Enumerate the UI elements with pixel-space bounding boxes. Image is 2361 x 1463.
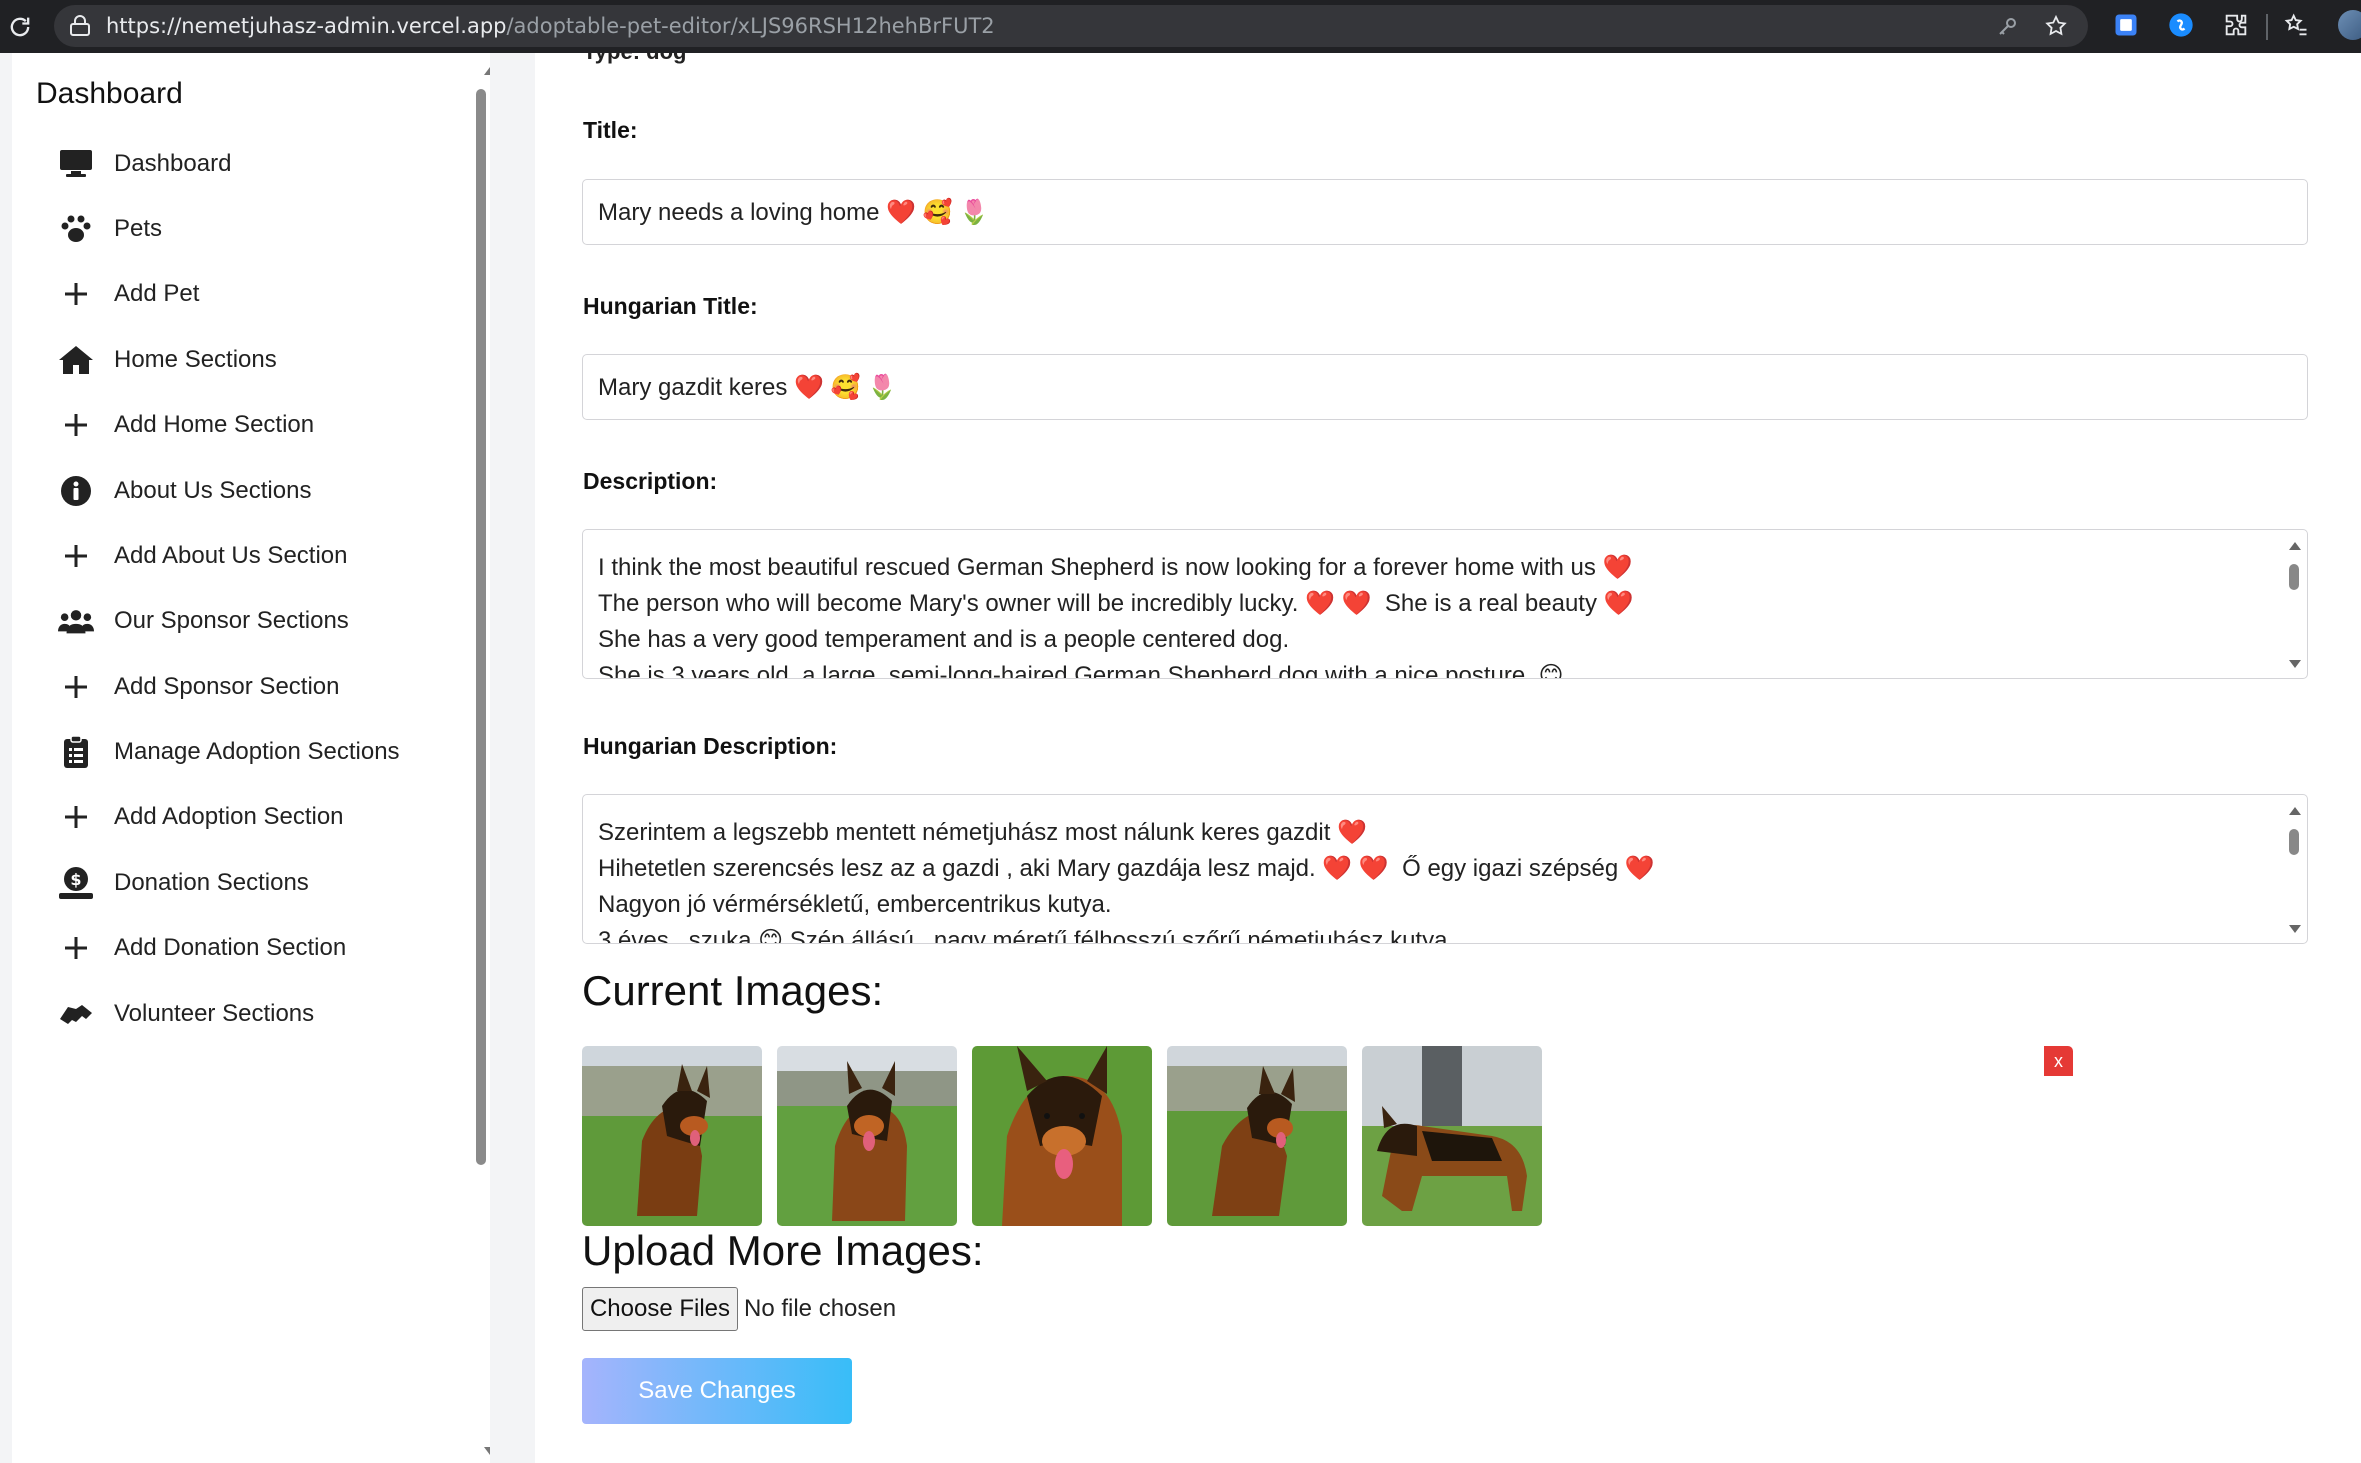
key-icon[interactable] xyxy=(1996,14,2020,38)
monitor-icon xyxy=(58,146,94,182)
description-label: Description: xyxy=(583,468,718,494)
sidebar-item-label: Volunteer Sections xyxy=(114,1000,315,1027)
hungarian-title-label: Hungarian Title: xyxy=(583,293,758,319)
sidebar-item-label: Our Sponsor Sections xyxy=(114,607,349,634)
hungarian-description-label: Hungarian Description: xyxy=(583,733,838,759)
sidebar-item-volunteer-sections[interactable]: Volunteer Sections xyxy=(58,988,478,1040)
sidebar-item-add-pet[interactable]: Add Pet xyxy=(58,268,478,320)
sidebar-item-label: Add About Us Section xyxy=(114,542,348,569)
sidebar-item-label: Home Sections xyxy=(114,346,277,373)
sidebar-item-label: Add Home Section xyxy=(114,411,315,438)
save-changes-button[interactable]: Save Changes xyxy=(582,1358,852,1424)
sidebar-item-label: About Us Sections xyxy=(114,477,312,504)
sidebar-item-donation-sections[interactable]: $ Donation Sections xyxy=(58,857,478,909)
plus-icon xyxy=(58,538,94,574)
sidebar-scroll-thumb[interactable] xyxy=(476,89,486,1165)
sidebar-item-about-us-sections[interactable]: About Us Sections xyxy=(58,465,478,517)
pet-image-thumbnail[interactable] xyxy=(1362,1046,1542,1226)
sidebar-item-dashboard[interactable]: Dashboard xyxy=(58,138,478,190)
sidebar-item-manage-adoption-sections[interactable]: Manage Adoption Sections xyxy=(58,726,478,778)
sidebar-item-label: Donation Sections xyxy=(114,869,309,896)
plus-icon xyxy=(58,799,94,835)
remove-image-button[interactable]: x xyxy=(2044,1046,2073,1076)
address-bar[interactable]: https://nemetjuhasz-admin.vercel.app/ado… xyxy=(54,5,2088,47)
type-label: Type: dog xyxy=(583,53,686,65)
donation-icon: $ xyxy=(58,865,94,901)
svg-text:$: $ xyxy=(70,870,81,889)
url-text: https://nemetjuhasz-admin.vercel.app/ado… xyxy=(106,14,995,38)
reload-icon[interactable] xyxy=(6,13,34,41)
title-input[interactable]: Mary needs a loving home ❤️ 🥰 🌷 xyxy=(582,179,2308,245)
sidebar-title: Dashboard xyxy=(36,77,183,110)
description-scroll-thumb[interactable] xyxy=(2289,564,2299,590)
hungarian-description-scrollbar[interactable] xyxy=(2285,803,2305,937)
hungarian-title-input[interactable]: Mary gazdit keres ❤️ 🥰 🌷 xyxy=(582,354,2308,420)
hungarian-description-textarea[interactable]: Szerintem a legszebb mentett németjuhász… xyxy=(582,794,2308,944)
pet-editor-form: Type: dog Title: Mary needs a loving hom… xyxy=(535,53,2361,1463)
pet-image-thumbnail[interactable] xyxy=(777,1046,957,1226)
upload-images-heading: Upload More Images: xyxy=(582,1227,984,1274)
plus-icon xyxy=(58,276,94,312)
shazam-extension-icon[interactable] xyxy=(2167,11,2195,39)
description-textarea[interactable]: I think the most beautiful rescued Germa… xyxy=(582,529,2308,679)
sidebar-item-add-adoption-section[interactable]: Add Adoption Section xyxy=(58,791,478,843)
description-scrollbar[interactable] xyxy=(2285,538,2305,672)
bookmark-star-icon[interactable] xyxy=(2044,14,2068,38)
users-icon xyxy=(58,603,94,639)
info-icon xyxy=(58,473,94,509)
page: Dashboard Dashboard Pets Add Pet Home Se… xyxy=(0,53,2361,1463)
description-text: I think the most beautiful rescued Germa… xyxy=(598,554,1634,679)
sidebar-item-label: Add Donation Section xyxy=(114,934,347,961)
hungarian-description-text: Szerintem a legszebb mentett németjuhász… xyxy=(598,819,1655,944)
sidebar-item-our-sponsor-sections[interactable]: Our Sponsor Sections xyxy=(58,595,478,647)
sidebar-item-label: Add Sponsor Section xyxy=(114,673,340,700)
sidebar-item-home-sections[interactable]: Home Sections xyxy=(58,334,478,386)
sidebar-item-label: Add Adoption Section xyxy=(114,803,344,830)
pet-image-thumbnail[interactable] xyxy=(1167,1046,1347,1226)
extensions-puzzle-icon[interactable] xyxy=(2222,11,2250,39)
sidebar-item-label: Manage Adoption Sections xyxy=(114,738,400,765)
translate-extension-icon[interactable] xyxy=(2112,11,2140,39)
pet-image-thumbnail[interactable] xyxy=(582,1046,762,1226)
toolbar-divider xyxy=(2266,14,2268,40)
sidebar-item-label: Dashboard xyxy=(114,150,232,177)
sidebar-item-label: Add Pet xyxy=(114,280,200,307)
site-info-icon[interactable] xyxy=(68,14,92,38)
handshake-icon xyxy=(58,996,94,1032)
sidebar-item-add-about-us-section[interactable]: Add About Us Section xyxy=(58,530,478,582)
sidebar-item-pets[interactable]: Pets xyxy=(58,203,478,255)
clipboard-icon xyxy=(58,734,94,770)
plus-icon xyxy=(58,407,94,443)
sidebar-item-label: Pets xyxy=(114,215,163,242)
browser-toolbar: https://nemetjuhasz-admin.vercel.app/ado… xyxy=(0,0,2361,53)
sidebar: Dashboard Dashboard Pets Add Pet Home Se… xyxy=(12,53,490,1463)
choose-files-button[interactable]: Choose Files xyxy=(582,1287,738,1331)
sidebar-item-add-donation-section[interactable]: Add Donation Section xyxy=(58,922,478,974)
plus-icon xyxy=(58,669,94,705)
pet-image-thumbnail[interactable] xyxy=(972,1046,1152,1226)
plus-icon xyxy=(58,930,94,966)
sidebar-item-add-sponsor-section[interactable]: Add Sponsor Section xyxy=(58,661,478,713)
no-file-chosen-text: No file chosen xyxy=(744,1295,897,1322)
paw-icon xyxy=(58,211,94,247)
current-images-heading: Current Images: xyxy=(582,967,884,1014)
sidebar-item-add-home-section[interactable]: Add Home Section xyxy=(58,399,478,451)
home-icon xyxy=(58,342,94,378)
bookmarks-list-icon[interactable] xyxy=(2282,11,2310,39)
hungarian-description-scroll-thumb[interactable] xyxy=(2289,829,2299,855)
title-label: Title: xyxy=(583,117,638,143)
profile-avatar[interactable] xyxy=(2338,10,2361,40)
